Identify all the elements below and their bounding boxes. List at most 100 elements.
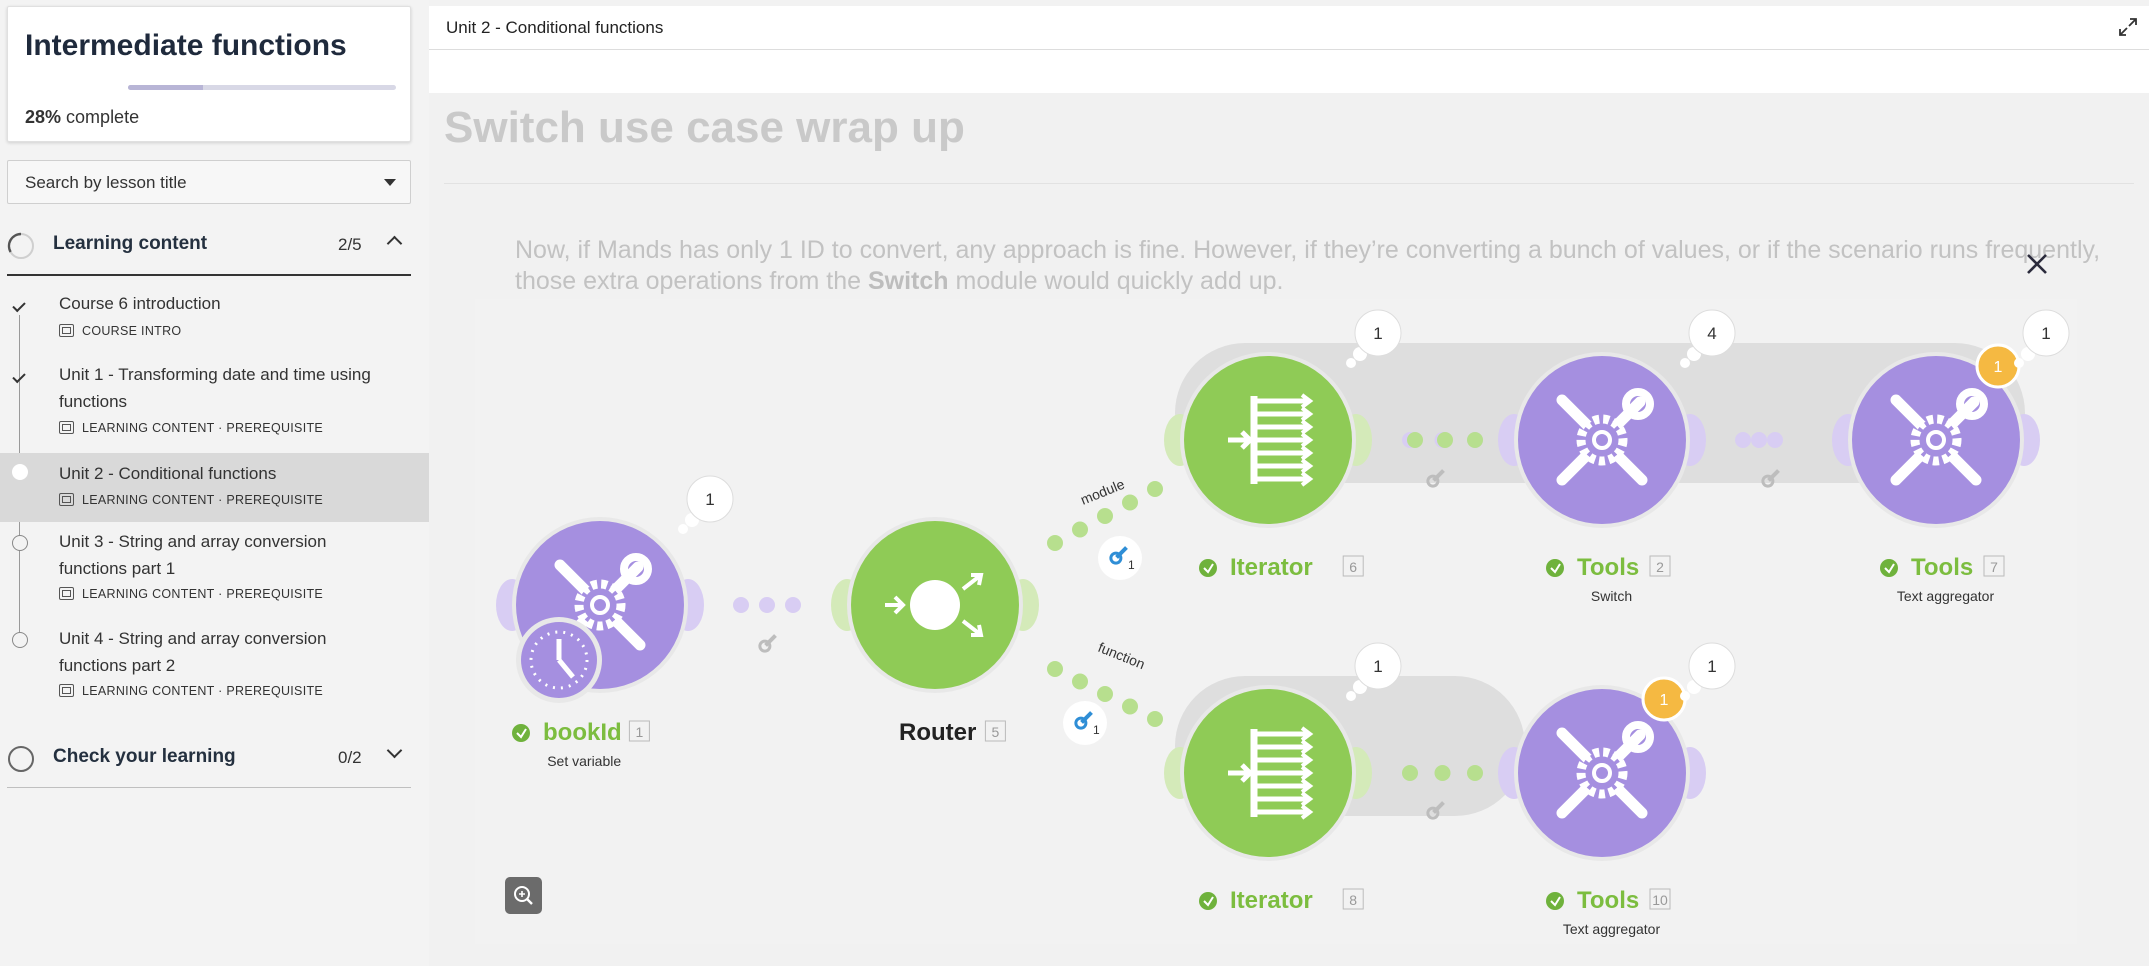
- connector-dot: [1767, 432, 1783, 448]
- node-subtitle: Switch: [1591, 588, 1632, 604]
- progress-bar-fill: [128, 85, 204, 90]
- connector-dot: [1097, 508, 1113, 524]
- paragraph-bold: Switch: [867, 267, 949, 295]
- section-count: 2/5: [338, 235, 362, 254]
- course-progress-card: Intermediate functions 28% complete: [7, 6, 411, 142]
- learning-content-icon: [59, 587, 74, 600]
- lesson-item[interactable]: Unit 1 - Transforming date and time usin…: [0, 359, 429, 449]
- lesson-title: Course 6 introduction: [59, 294, 221, 313]
- learning-content-icon: [59, 493, 74, 506]
- tools-gear-center: [590, 595, 610, 615]
- course-sidebar: Intermediate functions 28% complete Sear…: [0, 0, 429, 966]
- lesson-item[interactable]: Course 6 introduction COURSE INTRO: [0, 288, 429, 350]
- bubble-count: 1: [1373, 324, 1382, 343]
- paragraph-text-end: module would quickly add up.: [948, 267, 1284, 295]
- section-title: Learning content: [53, 233, 208, 254]
- lesson-meta-text: COURSE INTRO: [82, 324, 182, 338]
- warning-badge-tools7: 1: [1975, 343, 2021, 389]
- label-iterator-8: Iterator 8: [1199, 887, 1364, 914]
- lesson-title: Unit 2 - Conditional functions: [59, 464, 277, 483]
- zoom-button[interactable]: [505, 877, 542, 914]
- section-count: 0/2: [338, 748, 362, 767]
- connector-dot: [1047, 535, 1063, 551]
- lesson-item[interactable]: Unit 3 - String and array conversion fun…: [0, 528, 429, 618]
- lesson-item[interactable]: Unit 4 - String and array conversion fun…: [0, 625, 429, 715]
- node-id: 2: [1656, 559, 1664, 575]
- connector-dot: [1147, 481, 1163, 497]
- lesson-topbar: Unit 2 - Conditional functions: [429, 6, 2149, 50]
- node-id: 5: [992, 724, 1000, 740]
- tools-gear-center: [1592, 430, 1612, 450]
- connector-dot: [759, 597, 775, 613]
- progress-text: 28% complete: [25, 107, 139, 128]
- connector-dot: [1434, 765, 1451, 781]
- heading-divider: [444, 183, 2134, 184]
- lesson-title: Unit 4 - String and array conversion fun…: [59, 629, 327, 675]
- tools-gear-center: [1926, 430, 1946, 450]
- section-divider: [7, 787, 411, 788]
- node-id: 7: [1990, 559, 1998, 575]
- bubble-tail: [1680, 358, 1690, 368]
- node-name: Iterator: [1230, 554, 1313, 581]
- lesson-meta: LEARNING CONTENT · PREREQUISITE: [59, 493, 323, 507]
- expand-icon[interactable]: [2117, 16, 2139, 38]
- node-name: Router: [899, 719, 976, 746]
- badge-count: 1: [1994, 359, 2003, 376]
- node-id: 8: [1349, 892, 1357, 908]
- lesson-item-active[interactable]: Unit 2 - Conditional functions LEARNING …: [0, 453, 429, 522]
- close-icon[interactable]: [2019, 246, 2055, 282]
- connector-bookid-router: [733, 597, 801, 613]
- bubble-tools-10: 1: [1680, 642, 1736, 701]
- section-check-learning-header[interactable]: Check your learning 0/2: [0, 729, 411, 785]
- status-ok-icon: [1546, 559, 1564, 577]
- course-title: Intermediate functions: [25, 29, 347, 62]
- lesson-meta: LEARNING CONTENT · PREREQUISITE: [59, 587, 323, 601]
- lesson-title: Unit 3 - String and array conversion fun…: [59, 532, 327, 578]
- filter-wrench-icon: [758, 634, 777, 653]
- lesson-heading: Switch use case wrap up: [444, 103, 965, 152]
- section-learning-content-header[interactable]: Learning content 2/5: [0, 216, 411, 272]
- node-name: Tools: [1911, 554, 1973, 581]
- connector-tools2-tools7: [1735, 432, 1783, 448]
- paragraph-text: Now, if Mands has only 1 ID to convert, …: [515, 236, 2101, 295]
- bubble-tail: [1680, 691, 1690, 701]
- tools-gear-center: [1592, 763, 1612, 783]
- progress-label: complete: [66, 107, 140, 127]
- lesson-search-placeholder: Search by lesson title: [25, 173, 187, 192]
- connector-dot: [1735, 432, 1751, 448]
- route-label-bottom: function: [1096, 639, 1147, 672]
- section-title: Check your learning: [53, 746, 236, 767]
- chevron-down-icon[interactable]: [386, 742, 403, 759]
- node-subtitle: Text aggregator: [1563, 921, 1661, 937]
- node-router: [831, 517, 1039, 693]
- chevron-up-icon[interactable]: [386, 235, 403, 252]
- progress-ring-icon: [8, 746, 34, 772]
- bubble-tools-7: 1: [2014, 309, 2070, 368]
- lesson-search-select[interactable]: Search by lesson title: [7, 160, 411, 204]
- label-iterator-6: Iterator 6: [1199, 554, 1364, 581]
- connector-dot: [1072, 673, 1088, 690]
- lesson-meta: LEARNING CONTENT · PREREQUISITE: [59, 421, 323, 435]
- connector-dot: [1097, 686, 1113, 702]
- connector-iter8-tools10: [1402, 765, 1483, 781]
- lesson-paragraph: Now, if Mands has only 1 ID to convert, …: [515, 235, 2135, 297]
- node-id: 10: [1652, 892, 1668, 908]
- connector-dot: [1072, 521, 1088, 538]
- lesson-meta-text: LEARNING CONTENT · PREREQUISITE: [82, 684, 324, 698]
- node-subtitle: Text aggregator: [1897, 588, 1995, 604]
- connector-dot: [1047, 661, 1063, 677]
- progress-bar: [128, 85, 396, 90]
- bubble-count: 1: [705, 490, 714, 509]
- topbar-title: Unit 2 - Conditional functions: [446, 18, 664, 37]
- node-name: bookId: [543, 719, 622, 746]
- connector-dot: [1437, 432, 1453, 448]
- section-divider: [7, 274, 411, 276]
- connector-iter6-out: [1407, 432, 1483, 448]
- node-name: Tools: [1577, 554, 1639, 581]
- node-id: 1: [636, 724, 644, 740]
- lesson-status-dot: [12, 632, 28, 648]
- badge-count: 1: [1660, 692, 1669, 709]
- scenario-diagram: 1 1 module function 1 1 1 1 4 1 1 1 bookId 1 Set varia…: [496, 309, 2070, 937]
- status-ok-icon: [1880, 559, 1898, 577]
- node-id: 6: [1349, 559, 1357, 575]
